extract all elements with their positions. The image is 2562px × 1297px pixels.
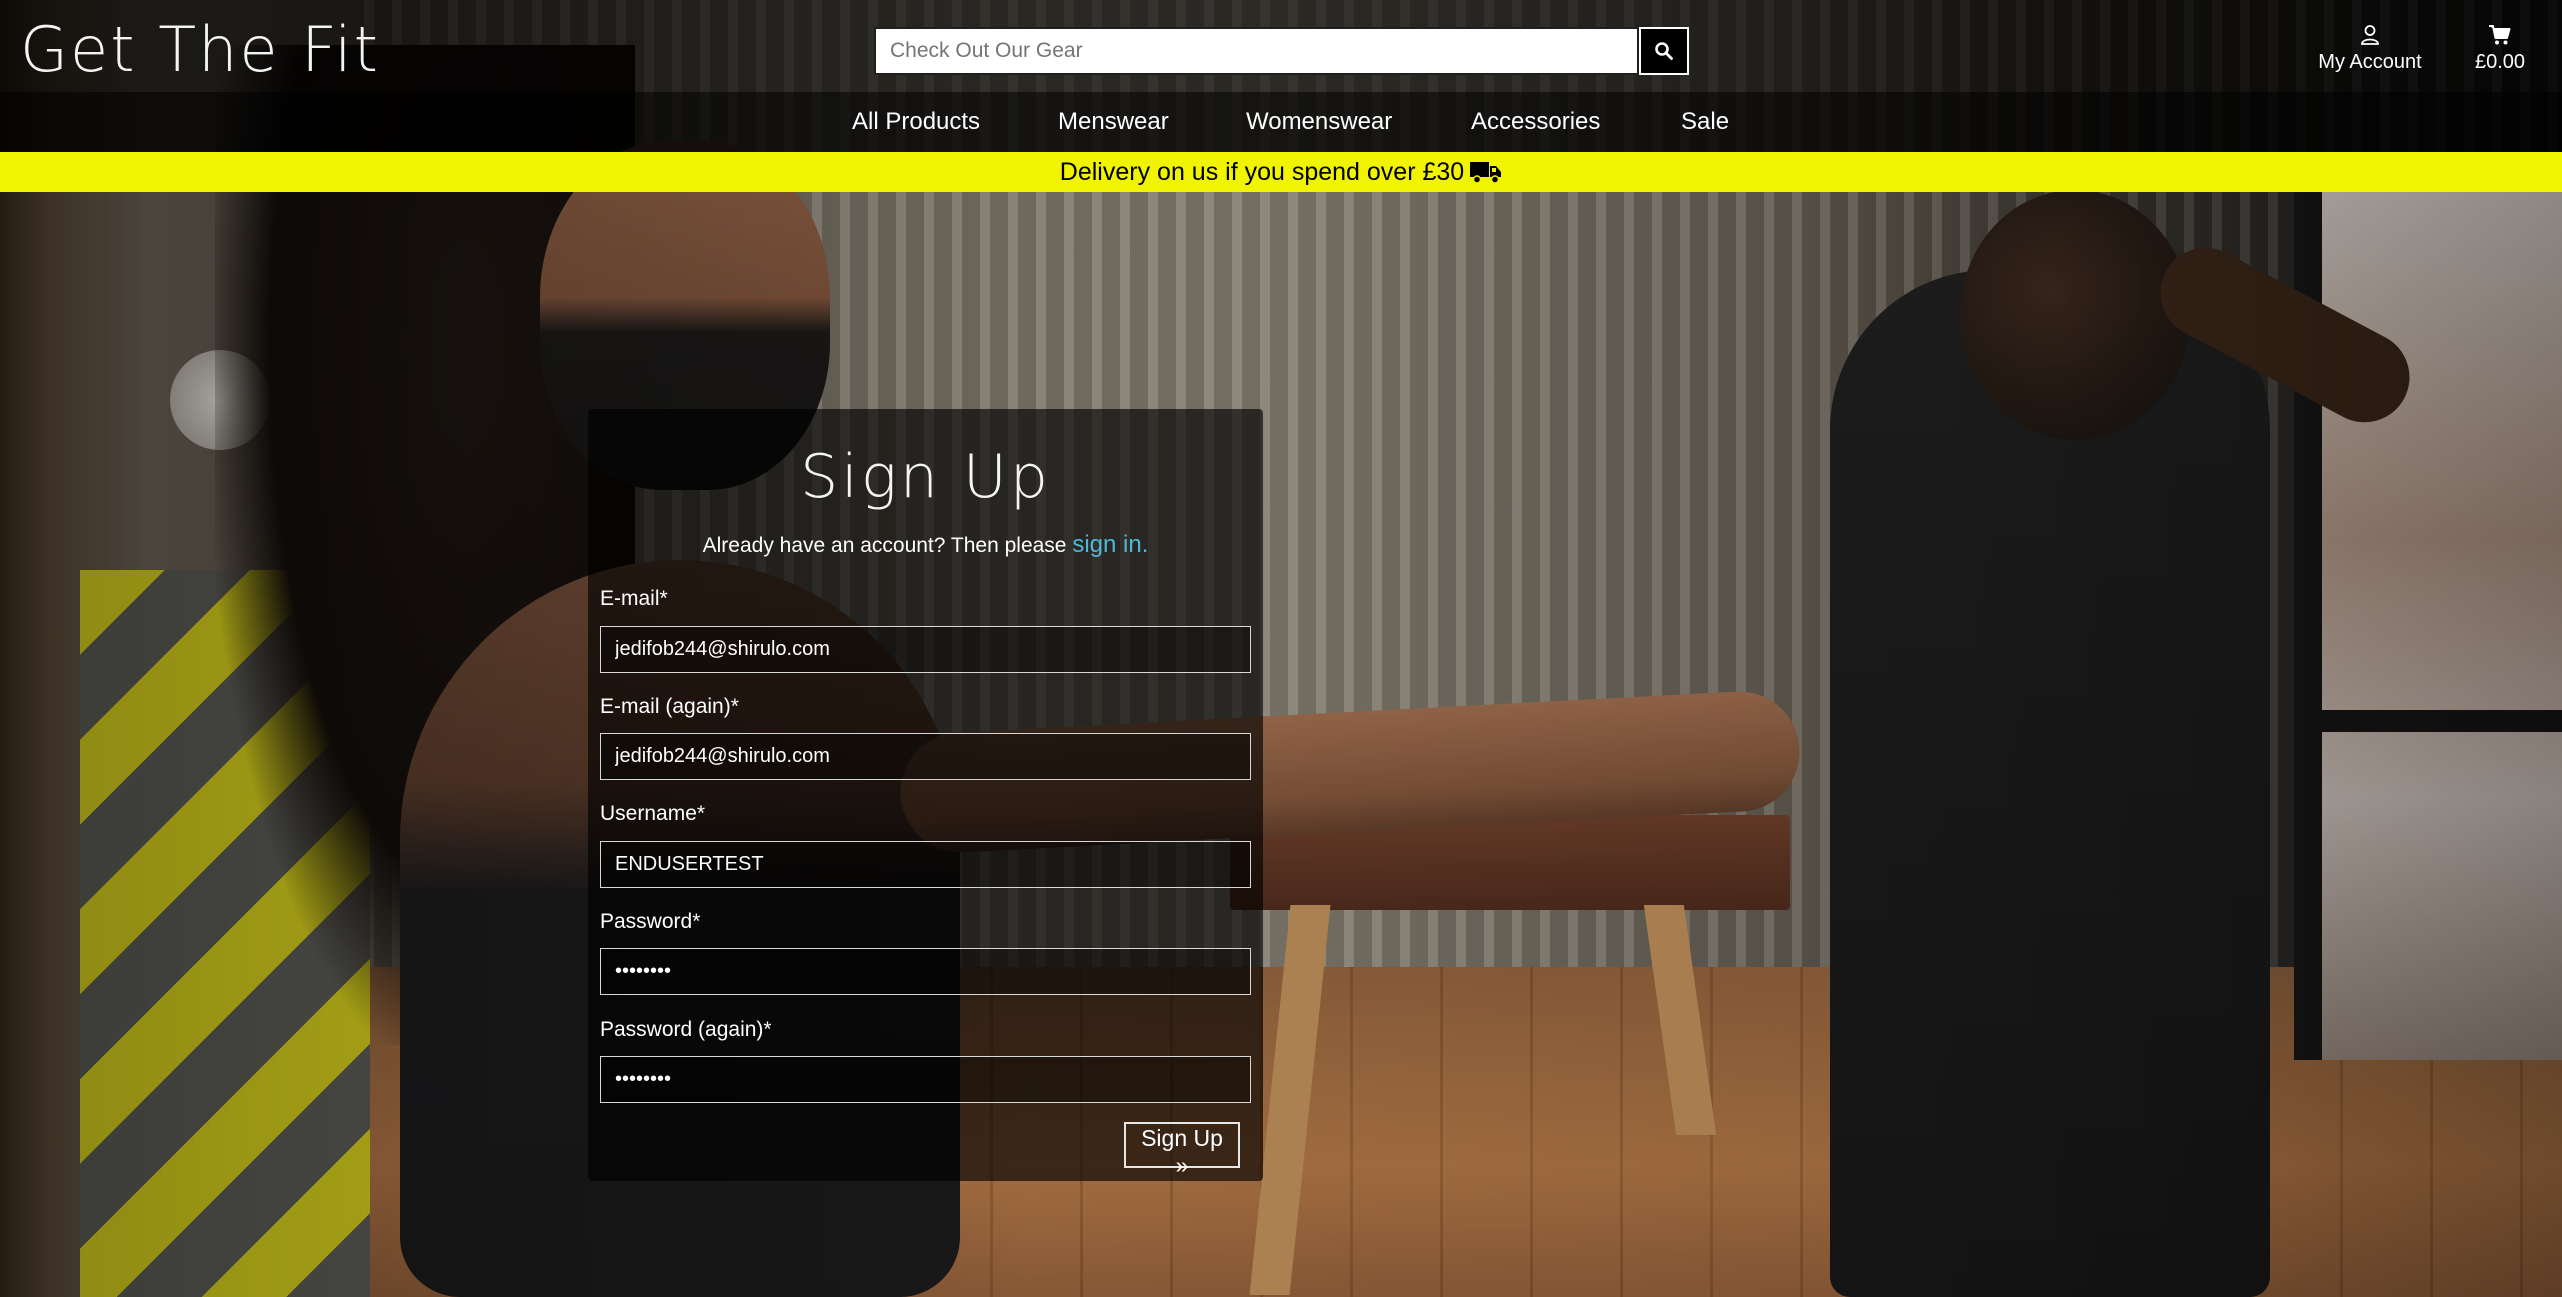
nav-item-womenswear[interactable]: Womenswear [1246, 92, 1392, 152]
signin-prompt-text: Already have an account? Then please [702, 534, 1067, 557]
search-form [874, 27, 1689, 75]
search-button[interactable] [1639, 27, 1689, 75]
cart-icon [2460, 22, 2540, 48]
password-label: Password* [600, 910, 701, 933]
email-again-label: E-mail (again)* [600, 695, 739, 718]
signup-title: Sign Up [800, 442, 1051, 512]
main-navigation: All Products Menswear Womenswear Accesso… [0, 92, 2562, 152]
background-shade [0, 0, 2562, 1297]
user-icon [2310, 22, 2430, 48]
truck-icon [1470, 160, 1502, 184]
signup-submit-button[interactable]: Sign Up » [1124, 1122, 1240, 1178]
site-header: Get The Fit My Account [0, 0, 2562, 92]
nav-item-accessories[interactable]: Accessories [1471, 92, 1600, 152]
my-account-label: My Account [2318, 51, 2422, 73]
username-label: Username* [600, 802, 706, 825]
email-again-field[interactable] [600, 733, 1251, 780]
password-again-label: Password (again)* [600, 1018, 772, 1041]
email-field[interactable] [600, 626, 1251, 673]
delivery-banner-text: Delivery on us if you spend over £30 [1059, 157, 1465, 186]
site-logo[interactable]: Get The Fit [20, 10, 380, 90]
signin-prompt: Already have an account? Then please sig… [588, 531, 1263, 559]
cart-total: £0.00 [2474, 51, 2526, 73]
signup-card: Sign Up Already have an account? Then pl… [588, 409, 1263, 1181]
nav-item-all-products[interactable]: All Products [852, 92, 980, 152]
cart-link[interactable]: £0.00 [2460, 22, 2540, 74]
password-field[interactable] [600, 948, 1251, 995]
delivery-banner: Delivery on us if you spend over £30 [0, 152, 2562, 192]
my-account-link[interactable]: My Account [2310, 22, 2430, 74]
search-input[interactable] [874, 27, 1639, 75]
nav-item-menswear[interactable]: Menswear [1058, 92, 1169, 152]
hero-background-image [0, 0, 2562, 1297]
search-icon [1654, 41, 1674, 61]
signin-link[interactable]: sign in. [1072, 531, 1148, 558]
username-field[interactable] [600, 841, 1251, 888]
nav-item-sale[interactable]: Sale [1681, 92, 1729, 152]
email-label: E-mail* [600, 587, 668, 610]
password-again-field[interactable] [600, 1056, 1251, 1103]
